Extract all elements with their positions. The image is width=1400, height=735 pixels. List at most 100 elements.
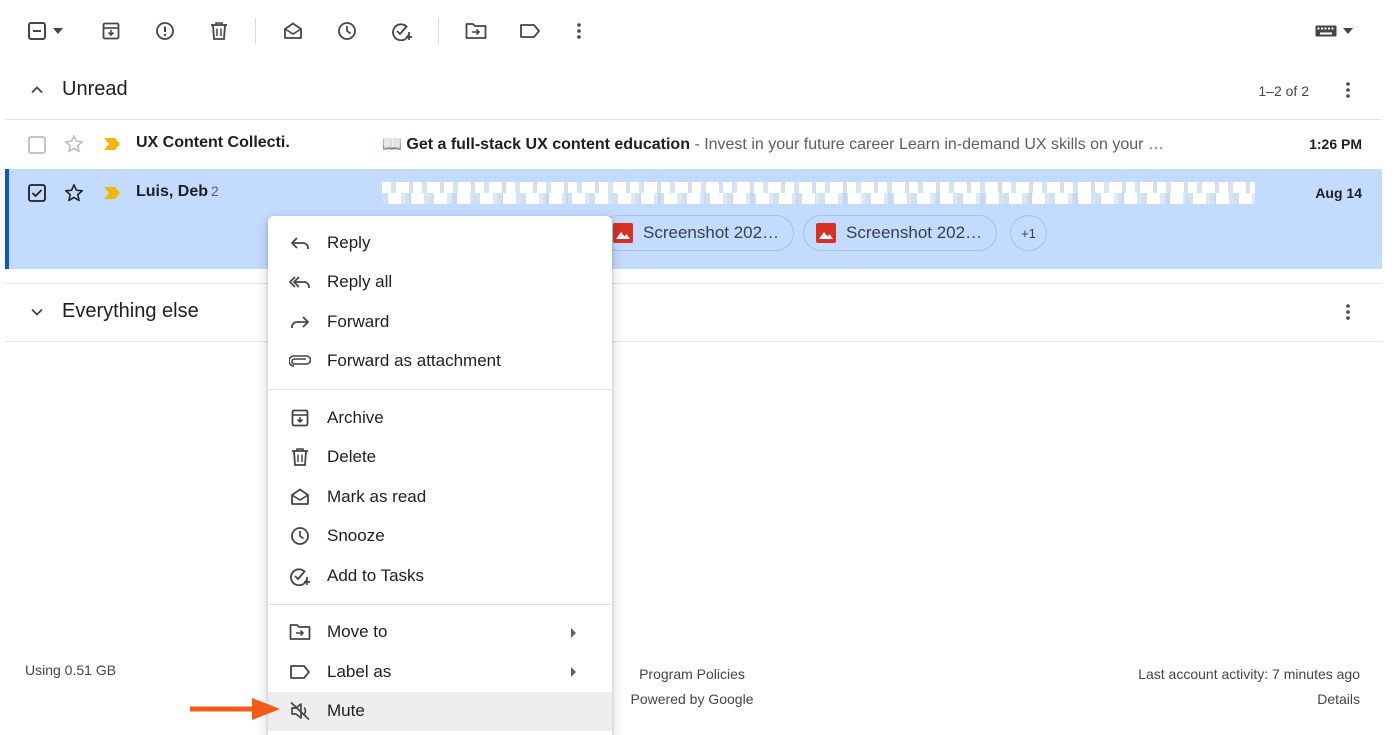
star-icon[interactable] xyxy=(62,132,86,156)
menu-item-snooze[interactable]: Snooze xyxy=(268,517,612,557)
select-all-checkbox[interactable] xyxy=(18,13,72,49)
delete-button[interactable] xyxy=(201,13,237,49)
toolbar xyxy=(0,0,1400,62)
subject-snippet: 📖 Get a full-stack UX content education … xyxy=(382,134,1252,154)
report-spam-button[interactable] xyxy=(147,13,183,49)
add-to-tasks-button[interactable] xyxy=(384,13,420,49)
more-actions-button[interactable] xyxy=(561,13,597,49)
email-row-selected[interactable]: Luis, Deb 2 Aug 14 Screenshot 202… Screen… xyxy=(5,169,1382,269)
sender-name: Luis, Deb 2 xyxy=(136,183,219,201)
chevron-up-icon[interactable] xyxy=(25,78,49,102)
section-options-icon[interactable] xyxy=(1334,298,1362,326)
menu-divider xyxy=(268,389,612,390)
paperclip-icon xyxy=(289,350,311,372)
open-envelope-icon xyxy=(283,21,303,41)
archive-icon xyxy=(289,407,311,429)
row-checkbox[interactable] xyxy=(27,135,47,155)
powered-by-google: Powered by Google xyxy=(630,691,754,707)
menu-item-label: Reply xyxy=(327,232,371,252)
menu-item-mute[interactable]: Mute xyxy=(268,691,612,731)
footer-center: Program Policies Powered by Google xyxy=(597,662,787,712)
menu-item-forward-as-attachment[interactable]: Forward as attachment xyxy=(268,342,612,382)
trash-icon xyxy=(289,446,311,468)
row-checkbox-checked[interactable] xyxy=(27,183,47,203)
important-marker-icon[interactable] xyxy=(103,186,121,200)
chevron-down-icon[interactable] xyxy=(25,300,49,324)
add-task-icon xyxy=(289,565,311,587)
menu-item-reply-all[interactable]: Reply all xyxy=(268,263,612,303)
email-snippet: - Invest in your future career Learn in-… xyxy=(689,136,1164,153)
submenu-arrow-icon xyxy=(571,627,576,638)
add-task-icon xyxy=(391,21,413,41)
thread-count: 2 xyxy=(211,183,219,199)
email-time: 1:26 PM xyxy=(1309,136,1362,152)
menu-item-delete[interactable]: Delete xyxy=(268,438,612,478)
input-tools-button[interactable] xyxy=(1308,13,1360,49)
redacted-subject xyxy=(382,182,1255,204)
attachment-chip[interactable]: Screenshot 202… xyxy=(600,215,795,251)
keyboard-icon xyxy=(1315,25,1337,37)
sender-name: UX Content Collecti. xyxy=(136,134,290,151)
open-envelope-icon xyxy=(289,486,311,508)
reply-icon xyxy=(289,232,311,254)
snooze-button[interactable] xyxy=(329,13,365,49)
mute-icon xyxy=(289,700,311,722)
details-link[interactable]: Details xyxy=(1138,687,1360,712)
forward-icon xyxy=(289,311,311,333)
menu-item-label: Forward as attachment xyxy=(327,351,501,371)
clock-icon xyxy=(289,525,311,547)
more-attachments-chip[interactable]: +1 xyxy=(1010,215,1047,251)
star-icon[interactable] xyxy=(62,181,86,205)
last-account-activity: Last account activity: 7 minutes ago xyxy=(1138,666,1360,682)
clock-icon xyxy=(337,21,357,41)
move-folder-icon xyxy=(465,22,487,40)
menu-item-label: Reply all xyxy=(327,272,393,292)
spam-icon xyxy=(155,21,175,41)
mark-as-read-button[interactable] xyxy=(275,13,311,49)
menu-item-mark-as-read[interactable]: Mark as read xyxy=(268,477,612,517)
label-icon xyxy=(289,661,311,683)
toolbar-divider xyxy=(255,18,256,44)
storage-usage[interactable]: Using 0.51 GB xyxy=(25,662,116,678)
menu-item-label: Move to xyxy=(327,622,388,642)
important-marker-icon[interactable] xyxy=(103,137,121,151)
menu-item-label: Label as xyxy=(327,661,392,681)
attachment-name: Screenshot 202… xyxy=(846,223,983,242)
section-title: Unread xyxy=(62,78,128,100)
menu-item-forward[interactable]: Forward xyxy=(268,302,612,342)
attachment-chip[interactable]: Screenshot 202… xyxy=(803,215,998,251)
menu-item-archive[interactable]: Archive xyxy=(268,398,612,438)
email-row[interactable]: UX Content Collecti. 📖 Get a full-stack … xyxy=(5,120,1382,169)
menu-item-add-to-tasks[interactable]: Add to Tasks xyxy=(268,556,612,596)
menu-item-reply[interactable]: Reply xyxy=(268,223,612,263)
section-options-icon[interactable] xyxy=(1334,76,1362,104)
section-header-unread: Unread 1–2 of 2 xyxy=(5,62,1382,118)
reply-all-icon xyxy=(289,271,311,293)
divider xyxy=(5,341,1382,342)
menu-item-move-to[interactable]: Move to xyxy=(268,613,612,653)
move-folder-icon xyxy=(289,621,311,643)
menu-item-label: Forward xyxy=(327,311,390,331)
move-to-button[interactable] xyxy=(458,13,494,49)
section-header-everything-else: Everything else xyxy=(5,284,1382,340)
image-file-icon xyxy=(816,223,836,243)
image-file-icon xyxy=(613,223,633,243)
menu-item-label: Archive xyxy=(327,407,384,427)
archive-button[interactable] xyxy=(93,13,129,49)
attachment-name: Screenshot 202… xyxy=(643,223,780,242)
menu-item-label: Snooze xyxy=(327,526,385,546)
toolbar-divider xyxy=(438,18,439,44)
archive-icon xyxy=(101,21,121,41)
caret-down-icon xyxy=(1343,28,1353,34)
more-vertical-icon xyxy=(576,22,582,40)
program-policies-link[interactable]: Program Policies xyxy=(597,662,787,687)
menu-item-label: Mark as read xyxy=(327,486,427,506)
menu-item-label: Add to Tasks xyxy=(327,565,425,585)
email-date: Aug 14 xyxy=(1315,185,1362,201)
email-subject: 📖 Get a full-stack UX content education xyxy=(382,136,690,153)
menu-item-label: Mute xyxy=(327,701,365,721)
sender-names: Luis, Deb xyxy=(136,183,209,200)
label-as-button[interactable] xyxy=(512,13,548,49)
menu-item-label-as[interactable]: Label as xyxy=(268,652,612,692)
section-title: Everything else xyxy=(62,300,199,322)
